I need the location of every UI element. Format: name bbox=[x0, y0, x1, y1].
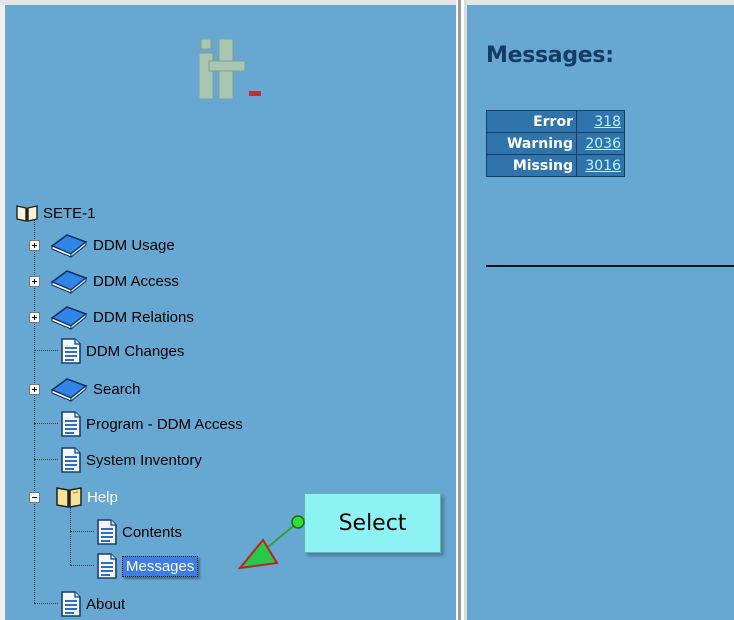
tree-item-label-selected: Messages bbox=[122, 555, 199, 577]
table-cell-value: 2036 bbox=[576, 132, 625, 155]
table-cell-key: Error bbox=[486, 110, 577, 133]
tree-item-label: Help bbox=[87, 488, 118, 506]
expand-toggle[interactable] bbox=[29, 312, 40, 323]
tree-root-label: SETE-1 bbox=[43, 204, 96, 222]
expand-toggle[interactable] bbox=[29, 276, 40, 287]
tree-item-system-inventory[interactable]: System Inventory bbox=[60, 447, 202, 473]
tree-item-ddm-changes[interactable]: DDM Changes bbox=[60, 338, 184, 364]
table-cell-value: 3016 bbox=[576, 154, 625, 177]
tree-connector bbox=[34, 459, 58, 460]
expand-toggle[interactable] bbox=[29, 384, 40, 395]
document-icon bbox=[61, 338, 81, 364]
book-icon bbox=[50, 270, 88, 294]
tree-item-label: Search bbox=[93, 380, 141, 398]
tree-item-contents[interactable]: Contents bbox=[96, 519, 182, 545]
open-book-icon bbox=[16, 205, 38, 222]
tree-item-search[interactable]: Search bbox=[49, 376, 141, 402]
tree-item-about[interactable]: About bbox=[60, 591, 125, 617]
tree-item-label: DDM Access bbox=[93, 272, 179, 290]
missing-count-link[interactable]: 3016 bbox=[585, 158, 621, 174]
tree-item-label: DDM Usage bbox=[93, 236, 175, 254]
pane-splitter[interactable] bbox=[456, 0, 467, 620]
document-icon bbox=[97, 553, 117, 579]
tree-item-label: About bbox=[86, 595, 126, 613]
table-cell-key: Warning bbox=[486, 132, 577, 155]
messages-table: Error 318 Warning 2036 Missing 3016 bbox=[486, 110, 625, 177]
tree-item-label: DDM Relations bbox=[93, 308, 194, 326]
book-icon bbox=[50, 378, 88, 402]
open-book-icon bbox=[56, 487, 82, 508]
table-row: Error 318 bbox=[486, 110, 625, 133]
horizontal-rule bbox=[486, 265, 734, 267]
table-cell-value: 318 bbox=[576, 110, 625, 133]
content-pane: Messages: Error 318 Warning 2036 Missing… bbox=[467, 5, 734, 620]
tree-item-messages[interactable]: Messages bbox=[96, 553, 199, 579]
tree-root[interactable]: SETE-1 bbox=[15, 200, 96, 226]
collapse-toggle[interactable] bbox=[29, 492, 40, 503]
tree-connector bbox=[34, 350, 58, 351]
book-icon bbox=[50, 306, 88, 330]
tree-item-ddm-relations[interactable]: DDM Relations bbox=[49, 304, 194, 330]
tree-item-label: Contents bbox=[122, 523, 183, 541]
document-icon bbox=[61, 447, 81, 473]
tree-item-ddm-usage[interactable]: DDM Usage bbox=[49, 232, 175, 258]
page-title: Messages: bbox=[486, 43, 614, 68]
tree-connector bbox=[34, 423, 58, 424]
tree-connector bbox=[70, 507, 71, 565]
table-row: Warning 2036 bbox=[486, 132, 625, 155]
tree-connector bbox=[70, 531, 94, 532]
tree-item-ddm-access[interactable]: DDM Access bbox=[49, 268, 179, 294]
document-icon bbox=[97, 519, 117, 545]
tree-item-label: Program - DDM Access bbox=[86, 415, 243, 433]
tree-connector bbox=[34, 603, 58, 604]
callout-text: Select bbox=[338, 510, 407, 536]
book-icon bbox=[50, 234, 88, 258]
select-callout: Select bbox=[304, 493, 441, 553]
document-icon bbox=[61, 591, 81, 617]
error-count-link[interactable]: 318 bbox=[594, 114, 621, 130]
tree-item-program-ddm-access[interactable]: Program - DDM Access bbox=[60, 411, 243, 437]
tree-item-label: System Inventory bbox=[86, 451, 202, 469]
table-row: Missing 3016 bbox=[486, 154, 625, 177]
table-cell-key: Missing bbox=[486, 154, 577, 177]
tree-item-help[interactable]: Help bbox=[55, 484, 118, 510]
expand-toggle[interactable] bbox=[29, 240, 40, 251]
it-logo bbox=[199, 39, 261, 99]
warning-count-link[interactable]: 2036 bbox=[585, 136, 621, 152]
tree-item-label: DDM Changes bbox=[86, 342, 185, 360]
document-icon bbox=[61, 411, 81, 437]
tree-connector bbox=[70, 565, 94, 566]
